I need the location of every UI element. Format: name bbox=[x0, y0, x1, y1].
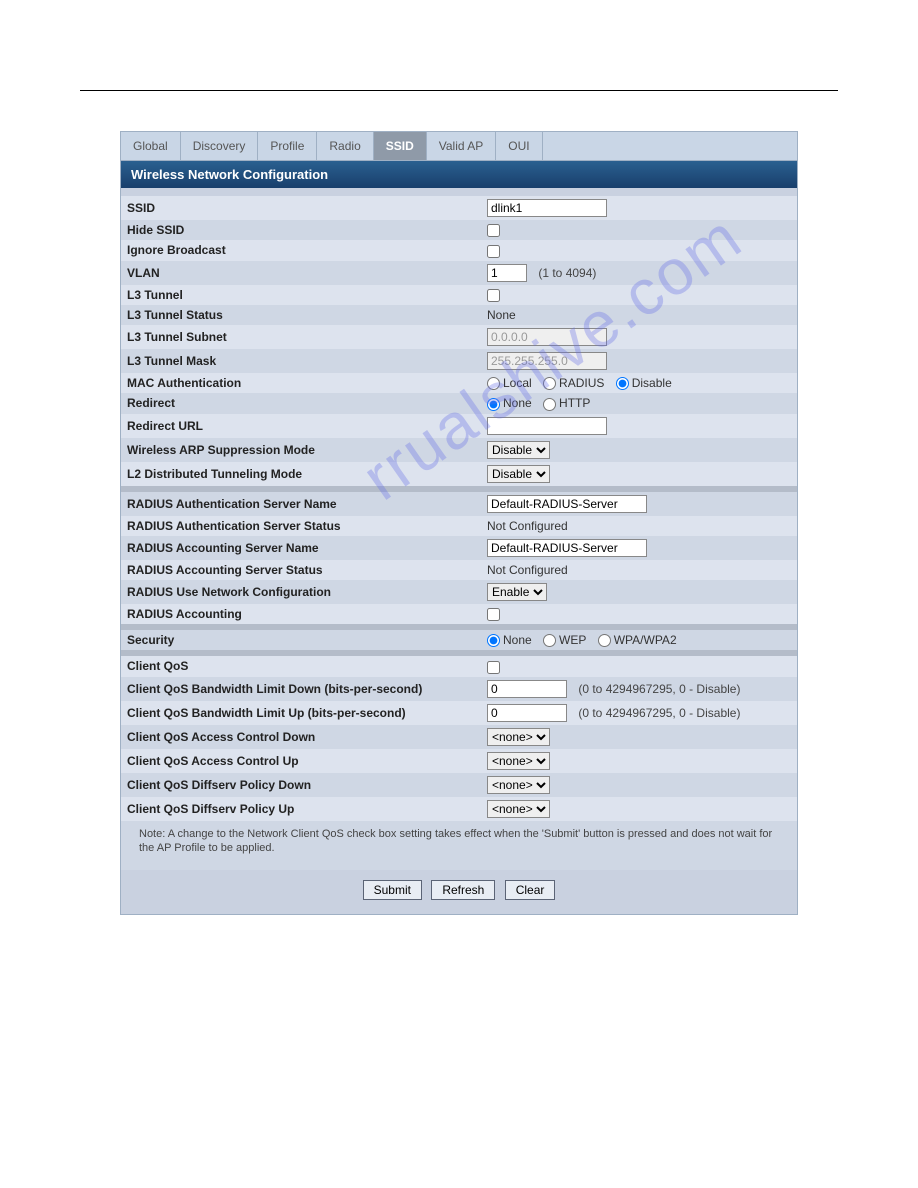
refresh-button[interactable]: Refresh bbox=[431, 880, 495, 900]
radius-auth-status-value: Not Configured bbox=[481, 516, 797, 536]
ignore-broadcast-checkbox[interactable] bbox=[487, 245, 500, 258]
redirect-url-input[interactable] bbox=[487, 417, 607, 435]
label-radius-auth-status: RADIUS Authentication Server Status bbox=[121, 516, 481, 536]
security-none-label: None bbox=[503, 633, 532, 647]
ssid-input[interactable] bbox=[487, 199, 607, 217]
label-l3-tunnel-status: L3 Tunnel Status bbox=[121, 305, 481, 325]
radius-use-net-select[interactable]: Enable bbox=[487, 583, 547, 601]
radius-auth-name-input[interactable] bbox=[487, 495, 647, 513]
qos-bw-up-input[interactable] bbox=[487, 704, 567, 722]
tab-valid-ap[interactable]: Valid AP bbox=[427, 132, 496, 160]
label-qos-bw-up: Client QoS Bandwidth Limit Up (bits-per-… bbox=[121, 701, 481, 725]
radius-acct-name-input[interactable] bbox=[487, 539, 647, 557]
label-security: Security bbox=[121, 630, 481, 650]
security-wpa-radio[interactable] bbox=[598, 634, 611, 647]
label-ignore-broadcast: Ignore Broadcast bbox=[121, 240, 481, 260]
mac-auth-radius-radio[interactable] bbox=[543, 377, 556, 390]
arp-suppression-select[interactable]: Disable bbox=[487, 441, 550, 459]
security-wpa-label: WPA/WPA2 bbox=[614, 633, 677, 647]
tab-global[interactable]: Global bbox=[121, 132, 181, 160]
clear-button[interactable]: Clear bbox=[505, 880, 556, 900]
label-l3-tunnel-subnet: L3 Tunnel Subnet bbox=[121, 325, 481, 349]
label-vlan: VLAN bbox=[121, 261, 481, 285]
section-title: Wireless Network Configuration bbox=[121, 161, 797, 188]
tab-profile[interactable]: Profile bbox=[258, 132, 317, 160]
l3-tunnel-subnet-input bbox=[487, 328, 607, 346]
label-hide-ssid: Hide SSID bbox=[121, 220, 481, 240]
qos-diff-down-select[interactable]: <none> bbox=[487, 776, 550, 794]
label-l3-tunnel: L3 Tunnel bbox=[121, 285, 481, 305]
vlan-hint: (1 to 4094) bbox=[530, 266, 596, 280]
security-wep-label: WEP bbox=[559, 633, 586, 647]
label-mac-auth: MAC Authentication bbox=[121, 373, 481, 393]
qos-diff-up-select[interactable]: <none> bbox=[487, 800, 550, 818]
label-arp-suppression: Wireless ARP Suppression Mode bbox=[121, 438, 481, 462]
client-qos-checkbox[interactable] bbox=[487, 661, 500, 674]
radius-accounting-checkbox[interactable] bbox=[487, 608, 500, 621]
label-qos-diff-up: Client QoS Diffserv Policy Up bbox=[121, 797, 481, 821]
tab-ssid[interactable]: SSID bbox=[374, 132, 427, 160]
label-qos-diff-down: Client QoS Diffserv Policy Down bbox=[121, 773, 481, 797]
vlan-input[interactable] bbox=[487, 264, 527, 282]
form-content: SSID Hide SSID Ignore Broadcast VLAN bbox=[121, 188, 797, 914]
config-form: SSID Hide SSID Ignore Broadcast VLAN bbox=[121, 196, 797, 821]
mac-auth-local-label: Local bbox=[503, 376, 532, 390]
label-radius-auth-name: RADIUS Authentication Server Name bbox=[121, 492, 481, 516]
l3-tunnel-mask-input bbox=[487, 352, 607, 370]
hide-ssid-checkbox[interactable] bbox=[487, 224, 500, 237]
note-text: Note: A change to the Network Client QoS… bbox=[121, 821, 797, 871]
qos-acl-down-select[interactable]: <none> bbox=[487, 728, 550, 746]
tab-radio[interactable]: Radio bbox=[317, 132, 373, 160]
mac-auth-radius-label: RADIUS bbox=[559, 376, 604, 390]
security-wep-radio[interactable] bbox=[543, 634, 556, 647]
security-none-radio[interactable] bbox=[487, 634, 500, 647]
button-row: Submit Refresh Clear bbox=[121, 870, 797, 914]
label-radius-acct-name: RADIUS Accounting Server Name bbox=[121, 536, 481, 560]
label-ssid: SSID bbox=[121, 196, 481, 220]
label-client-qos: Client QoS bbox=[121, 656, 481, 676]
redirect-none-label: None bbox=[503, 396, 532, 410]
l3-tunnel-checkbox[interactable] bbox=[487, 289, 500, 302]
label-redirect: Redirect bbox=[121, 393, 481, 413]
page-rule bbox=[80, 90, 838, 91]
l2-tunnel-select[interactable]: Disable bbox=[487, 465, 550, 483]
label-qos-bw-down: Client QoS Bandwidth Limit Down (bits-pe… bbox=[121, 677, 481, 701]
redirect-none-radio[interactable] bbox=[487, 398, 500, 411]
tab-oui[interactable]: OUI bbox=[496, 132, 542, 160]
tab-discovery[interactable]: Discovery bbox=[181, 132, 259, 160]
app-frame: Global Discovery Profile Radio SSID Vali… bbox=[120, 131, 798, 915]
label-qos-acl-up: Client QoS Access Control Up bbox=[121, 749, 481, 773]
label-radius-use-net: RADIUS Use Network Configuration bbox=[121, 580, 481, 604]
radius-acct-status-value: Not Configured bbox=[481, 560, 797, 580]
label-redirect-url: Redirect URL bbox=[121, 414, 481, 438]
tab-bar: Global Discovery Profile Radio SSID Vali… bbox=[121, 132, 797, 161]
qos-bw-down-hint: (0 to 4294967295, 0 - Disable) bbox=[570, 682, 740, 696]
redirect-http-label: HTTP bbox=[559, 396, 590, 410]
mac-auth-disable-label: Disable bbox=[632, 376, 672, 390]
qos-bw-down-input[interactable] bbox=[487, 680, 567, 698]
label-radius-acct-status: RADIUS Accounting Server Status bbox=[121, 560, 481, 580]
label-l2-tunnel: L2 Distributed Tunneling Mode bbox=[121, 462, 481, 486]
mac-auth-local-radio[interactable] bbox=[487, 377, 500, 390]
l3-tunnel-status-value: None bbox=[481, 305, 797, 325]
qos-bw-up-hint: (0 to 4294967295, 0 - Disable) bbox=[570, 706, 740, 720]
submit-button[interactable]: Submit bbox=[363, 880, 422, 900]
redirect-http-radio[interactable] bbox=[543, 398, 556, 411]
label-radius-accounting: RADIUS Accounting bbox=[121, 604, 481, 624]
mac-auth-disable-radio[interactable] bbox=[616, 377, 629, 390]
label-qos-acl-down: Client QoS Access Control Down bbox=[121, 725, 481, 749]
label-l3-tunnel-mask: L3 Tunnel Mask bbox=[121, 349, 481, 373]
qos-acl-up-select[interactable]: <none> bbox=[487, 752, 550, 770]
